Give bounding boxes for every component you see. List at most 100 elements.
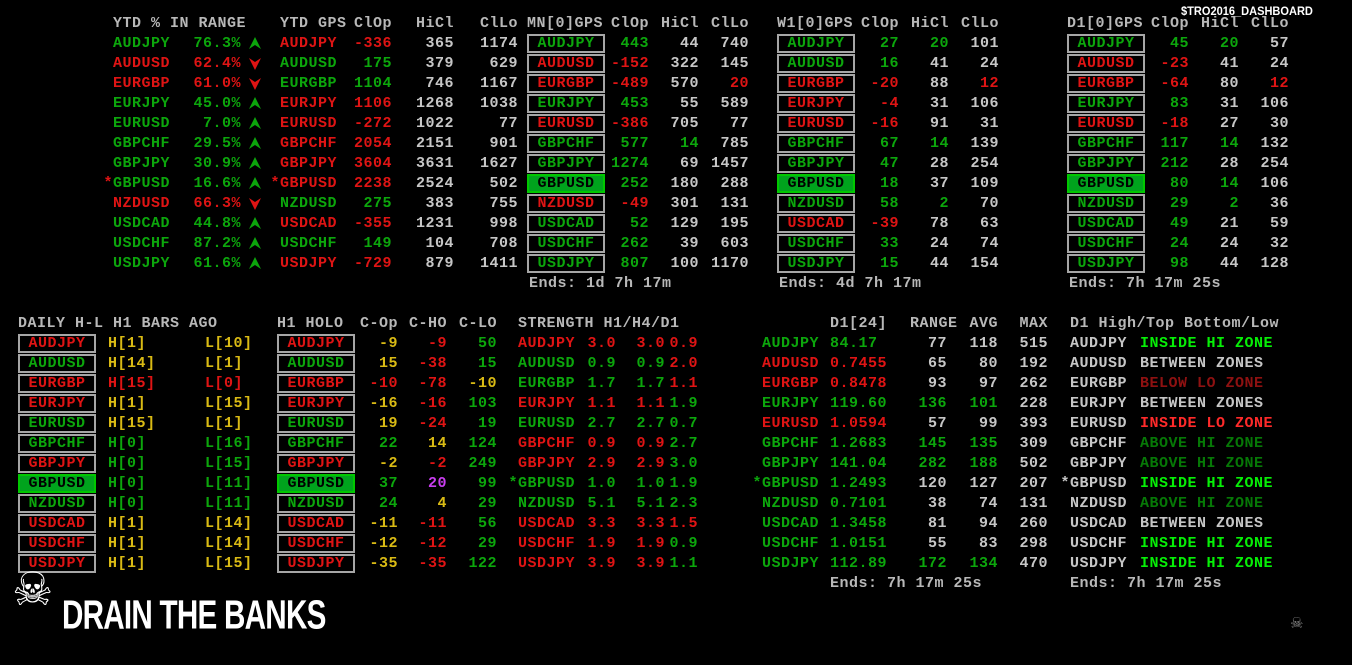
pair-label: GBPJPY <box>280 154 338 172</box>
pair-label-box[interactable]: USDCHF <box>277 533 355 553</box>
pair-label-box[interactable]: AUDUSD <box>18 353 96 373</box>
pair-label: USDJPY <box>537 254 595 272</box>
pair-label-box[interactable]: EURJPY <box>277 393 355 413</box>
pair-label-box[interactable]: USDJPY <box>277 553 355 573</box>
value-cell: 100 <box>670 254 699 272</box>
pair-label-box[interactable]: EURJPY <box>527 93 605 113</box>
value-cell: 124 <box>468 434 497 452</box>
pair-label-box[interactable]: USDCHF <box>18 533 96 553</box>
table-row: USDJPY -35 -35 122 <box>277 553 497 573</box>
pair-label-box[interactable]: EURUSD <box>777 113 855 133</box>
value-cell: 112.89 <box>830 554 888 572</box>
value-cell: 24 <box>1169 234 1189 252</box>
pair-label: GBPCHF <box>287 434 345 452</box>
pair-label-box[interactable]: EURUSD <box>527 113 605 133</box>
pair-label-box[interactable]: GBPUSD <box>277 473 355 493</box>
pair-label-box[interactable]: USDCHF <box>777 233 855 253</box>
pair-label-box[interactable]: GBPUSD <box>777 173 855 193</box>
table-row: EURUSD 1.0594 57 99 393 <box>752 413 1048 433</box>
value-cell: 83 <box>978 534 998 552</box>
table-row: * GBPUSD 1.0 1.0 1.9 <box>508 473 698 493</box>
value-cell: H[14] <box>108 354 156 372</box>
pair-label-box[interactable]: GBPUSD <box>18 473 96 493</box>
pair-label-box[interactable]: NZDUSD <box>777 193 855 213</box>
pair-label-box[interactable]: USDCAD <box>527 213 605 233</box>
value-cell: 78 <box>929 214 949 232</box>
table-row: USDCAD -39 78 63 <box>777 213 999 233</box>
pair-label-box[interactable]: GBPCHF <box>777 133 855 153</box>
pair-label: GBPCHF <box>762 434 820 452</box>
pair-label-box[interactable]: USDJPY <box>527 253 605 273</box>
pair-label-box[interactable]: USDCAD <box>777 213 855 233</box>
pair-label-box[interactable]: NZDUSD <box>18 493 96 513</box>
value-cell: 5.1 <box>636 494 665 512</box>
value-cell: 63 <box>979 214 999 232</box>
pair-label-box[interactable]: NZDUSD <box>1067 193 1145 213</box>
pair-label-box[interactable]: EURUSD <box>18 413 96 433</box>
pair-label-box[interactable]: EURJPY <box>1067 93 1145 113</box>
pair-label-box[interactable]: EURGBP <box>277 373 355 393</box>
value-cell: 15 <box>477 354 497 372</box>
value-cell: 0.9 <box>636 434 665 452</box>
value-cell: 1.1 <box>587 394 616 412</box>
value-cell: 41 <box>1219 54 1239 72</box>
pair-label-box[interactable]: GBPCHF <box>1067 133 1145 153</box>
table-row: AUDUSD H[14] L[1] <box>18 353 305 373</box>
pair-label-box[interactable]: AUDJPY <box>1067 33 1145 53</box>
pair-label-box[interactable]: GBPJPY <box>1067 153 1145 173</box>
pair-label-box[interactable]: NZDUSD <box>277 493 355 513</box>
pair-label-box[interactable]: AUDUSD <box>527 53 605 73</box>
table-row: EURJPY 119.60 136 101 228 <box>752 393 1048 413</box>
value-cell: 49 <box>1169 214 1189 232</box>
pair-label-box[interactable]: USDCHF <box>1067 233 1145 253</box>
value-cell: 38 <box>927 494 947 512</box>
pair-label-box[interactable]: EURUSD <box>1067 113 1145 133</box>
pair-label-box[interactable]: EURGBP <box>18 373 96 393</box>
pair-label-box[interactable]: GBPJPY <box>777 153 855 173</box>
pair-label-box[interactable]: GBPJPY <box>277 453 355 473</box>
pair-label-box[interactable]: EURUSD <box>277 413 355 433</box>
pair-label-box[interactable]: EURJPY <box>777 93 855 113</box>
pair-label: GBPUSD <box>287 474 345 492</box>
value-cell: 15 <box>378 354 398 372</box>
pair-label-box[interactable]: USDJPY <box>1067 253 1145 273</box>
table-row: EURGBP 0.8478 93 97 262 <box>752 373 1048 393</box>
pair-label-box[interactable]: EURGBP <box>527 73 605 93</box>
pair-label-box[interactable]: GBPUSD <box>1067 173 1145 193</box>
pair-label-box[interactable]: USDCAD <box>1067 213 1145 233</box>
table-row: AUDJPY 45 20 57 <box>1067 33 1289 53</box>
value-cell: 24 <box>929 234 949 252</box>
pair-label-box[interactable]: GBPCHF <box>277 433 355 453</box>
pair-label-box[interactable]: NZDUSD <box>527 193 605 213</box>
pair-label-box[interactable]: EURGBP <box>777 73 855 93</box>
pair-label-box[interactable]: AUDUSD <box>1067 53 1145 73</box>
value-cell: BETWEEN ZONES <box>1140 354 1264 372</box>
pair-label-box[interactable]: GBPUSD <box>527 173 605 193</box>
table-row: AUDUSD 0.9 0.9 2.0 <box>508 353 698 373</box>
value-cell: 24 <box>1219 234 1239 252</box>
pair-label-box[interactable]: GBPCHF <box>527 133 605 153</box>
value-cell: 3.0 <box>587 334 616 352</box>
pair-label-box[interactable]: USDCHF <box>527 233 605 253</box>
pair-label-box[interactable]: EURGBP <box>1067 73 1145 93</box>
pair-label-box[interactable]: USDJPY <box>777 253 855 273</box>
pair-label-box[interactable]: GBPJPY <box>527 153 605 173</box>
pair-label-box[interactable]: GBPJPY <box>18 453 96 473</box>
pair-label-box[interactable]: AUDJPY <box>777 33 855 53</box>
pair-label: EURJPY <box>762 394 820 412</box>
pair-label-box[interactable]: AUDJPY <box>527 33 605 53</box>
pair-label-box[interactable]: AUDJPY <box>277 333 355 353</box>
column-header: ClOp <box>353 14 392 32</box>
pair-label-box[interactable]: GBPCHF <box>18 433 96 453</box>
pair-label-box[interactable]: USDCAD <box>277 513 355 533</box>
trend-up-icon <box>247 116 263 131</box>
pair-label-box[interactable]: AUDJPY <box>18 333 96 353</box>
value-cell: 3.0 <box>636 334 665 352</box>
pair-label-box[interactable]: EURJPY <box>18 393 96 413</box>
trend-up-icon <box>247 156 263 171</box>
pair-label-box[interactable]: AUDUSD <box>777 53 855 73</box>
pair-label-box[interactable]: AUDUSD <box>277 353 355 373</box>
value-cell: 103 <box>468 394 497 412</box>
pair-label-box[interactable]: USDCAD <box>18 513 96 533</box>
value-cell: 29 <box>477 494 497 512</box>
